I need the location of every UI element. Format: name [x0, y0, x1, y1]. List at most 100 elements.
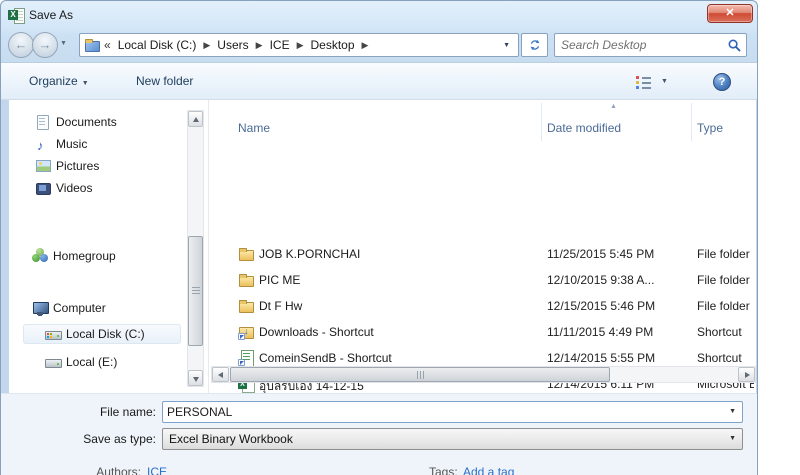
date-modified-cell: 11/25/2015 5:45 PM	[547, 247, 689, 261]
file-row[interactable]: Dt F Hw12/15/2015 5:46 PMFile folder	[211, 294, 756, 320]
file-type-cell: File folder	[697, 273, 754, 287]
file-name-dropdown-icon[interactable]: ▼	[729, 402, 736, 422]
breadcrumb-separator-icon[interactable]: ▶	[358, 40, 373, 51]
breadcrumb-separator-icon[interactable]: ▶	[293, 40, 308, 51]
sidebar-item-label: Local Disk (C:)	[66, 324, 145, 344]
scroll-left-button[interactable]	[212, 367, 229, 382]
file-name-input[interactable]	[167, 404, 717, 420]
new-folder-label: New folder	[136, 74, 193, 88]
shortcut-arrow-icon	[238, 333, 245, 340]
recent-pages-caret-icon[interactable]: ▼	[60, 40, 67, 47]
save-as-dialog: Save As ✕ ← → ▼ « Local Disk (C:)▶Users▶…	[0, 0, 758, 475]
breadcrumb-item[interactable]: Desktop	[308, 38, 358, 52]
date-modified-cell: 11/11/2015 4:49 PM	[547, 325, 689, 339]
column-resize-handle[interactable]	[691, 103, 692, 141]
file-row[interactable]: JOB K.PORNCHAI 11/25/2015 5:45 PM File fol…	[211, 242, 756, 268]
videos-icon	[35, 180, 51, 196]
file-type-cell: File folder	[697, 247, 754, 261]
scroll-right-button[interactable]	[738, 367, 755, 382]
file-name-cell: JOB K.PORNCHAI	[259, 247, 360, 261]
column-header-type[interactable]: Type	[697, 121, 723, 135]
search-input[interactable]	[561, 36, 721, 54]
sidebar-item-label: Videos	[56, 178, 92, 198]
sidebar-item-music[interactable]: Music	[23, 134, 181, 154]
save-type-dropdown-icon: ▼	[729, 429, 736, 449]
file-name-label: File name:	[1, 401, 156, 423]
breadcrumb: Local Disk (C:)▶Users▶ICE▶Desktop▶	[115, 38, 373, 52]
file-row[interactable]: PIC ME12/10/2015 9:38 A...File folder	[211, 268, 756, 294]
scroll-down-button[interactable]	[188, 370, 203, 386]
folder-icon	[238, 298, 254, 314]
sidebar-item-homegroup[interactable]: Homegroup	[23, 246, 181, 266]
pane-divider[interactable]	[208, 100, 209, 393]
sidebar-scrollbar[interactable]	[187, 110, 204, 387]
organize-caret-icon: ▼	[82, 80, 89, 87]
search-icon[interactable]	[727, 38, 742, 53]
command-toolbar: Organize ▼ New folder ▼ ?	[1, 62, 757, 100]
main-panes: DocumentsMusicPicturesVideos Homegroup Com…	[9, 100, 756, 393]
sidebar-item-label: Music	[56, 134, 87, 154]
folder-icon	[238, 272, 254, 288]
file-list-pane: Name ▲ Date modified Type JOB K.PORNCHAI…	[211, 100, 756, 393]
file-row[interactable]: Downloads - Shortcut11/11/2015 4:49 PMSh…	[211, 320, 756, 346]
breadcrumb-item[interactable]: Local Disk (C:)	[115, 38, 200, 52]
title-bar[interactable]: Save As ✕	[1, 1, 757, 29]
organize-label: Organize	[29, 74, 78, 88]
save-as-type-select[interactable]: Excel Binary Workbook ▼	[162, 428, 743, 450]
breadcrumb-item[interactable]: Users	[214, 38, 251, 52]
sidebar-item-label: Homegroup	[53, 246, 116, 266]
file-type-cell: File folder	[697, 299, 754, 313]
date-modified-cell: 12/10/2015 9:38 A...	[547, 273, 689, 287]
folder-icon	[238, 246, 254, 262]
windows-flag-icon	[47, 333, 49, 335]
scroll-up-button[interactable]	[188, 111, 203, 127]
breadcrumb-overflow[interactable]: «	[104, 38, 111, 52]
column-resize-handle[interactable]	[541, 103, 542, 141]
horizontal-scrollbar-thumb[interactable]	[230, 367, 610, 382]
disk-e-icon	[45, 354, 61, 370]
navigation-bar: ← → ▼ « Local Disk (C:)▶Users▶ICE▶Deskto…	[1, 29, 757, 62]
folder-shortcut-icon	[238, 324, 254, 340]
forward-button[interactable]: →	[32, 32, 58, 58]
refresh-icon	[528, 38, 542, 52]
file-type-cell: Shortcut	[697, 351, 754, 365]
breadcrumb-separator-icon[interactable]: ▶	[252, 40, 267, 51]
up-arrow-icon	[193, 117, 199, 122]
sidebar-item-pictures[interactable]: Pictures	[23, 156, 181, 176]
breadcrumb-item[interactable]: ICE	[267, 38, 293, 52]
location-folder-icon	[84, 37, 100, 53]
column-header-name[interactable]: Name	[238, 121, 270, 135]
address-bar[interactable]: « Local Disk (C:)▶Users▶ICE▶Desktop▶ ▼	[79, 33, 519, 57]
column-header-date-modified[interactable]: Date modified	[547, 121, 621, 135]
back-button[interactable]: ←	[8, 32, 34, 58]
sidebar-item-local-e[interactable]: Local (E:)	[23, 352, 181, 372]
address-dropdown-icon[interactable]: ▼	[503, 42, 510, 49]
sidebar-item-label: Computer	[53, 298, 106, 318]
date-modified-cell: 12/14/2015 5:55 PM	[547, 351, 689, 365]
tags-value-link[interactable]: Add a tag	[463, 465, 514, 475]
pictures-icon	[35, 158, 51, 174]
authors-value-link[interactable]: ICE	[147, 465, 167, 475]
sidebar-scrollbar-thumb[interactable]	[188, 236, 203, 346]
new-folder-button[interactable]: New folder	[136, 74, 193, 88]
sidebar-item-computer[interactable]: Computer	[23, 298, 181, 318]
sort-ascending-icon: ▲	[610, 103, 617, 110]
excel-shortcut-icon	[238, 350, 254, 366]
close-button[interactable]: ✕	[707, 4, 753, 23]
save-as-type-label: Save as type:	[1, 428, 156, 450]
change-view-icon[interactable]	[636, 75, 652, 88]
column-headers: Name ▲ Date modified Type	[211, 100, 756, 143]
sidebar-item-local-disk-c[interactable]: Local Disk (C:)	[23, 324, 181, 344]
help-button[interactable]: ?	[713, 73, 731, 91]
breadcrumb-separator-icon[interactable]: ▶	[199, 40, 214, 51]
homegroup-icon	[32, 248, 48, 264]
file-name-cell: Downloads - Shortcut	[259, 325, 374, 339]
organize-button[interactable]: Organize ▼	[29, 74, 89, 88]
refresh-button[interactable]	[521, 33, 548, 57]
sidebar-item-label: Documents	[56, 112, 117, 132]
list-horizontal-scrollbar[interactable]	[211, 366, 756, 383]
sidebar-item-videos[interactable]: Videos	[23, 178, 181, 198]
file-name-combo: ▼	[162, 401, 743, 423]
change-view-caret-icon[interactable]: ▼	[661, 78, 668, 85]
sidebar-item-documents[interactable]: Documents	[23, 112, 181, 132]
